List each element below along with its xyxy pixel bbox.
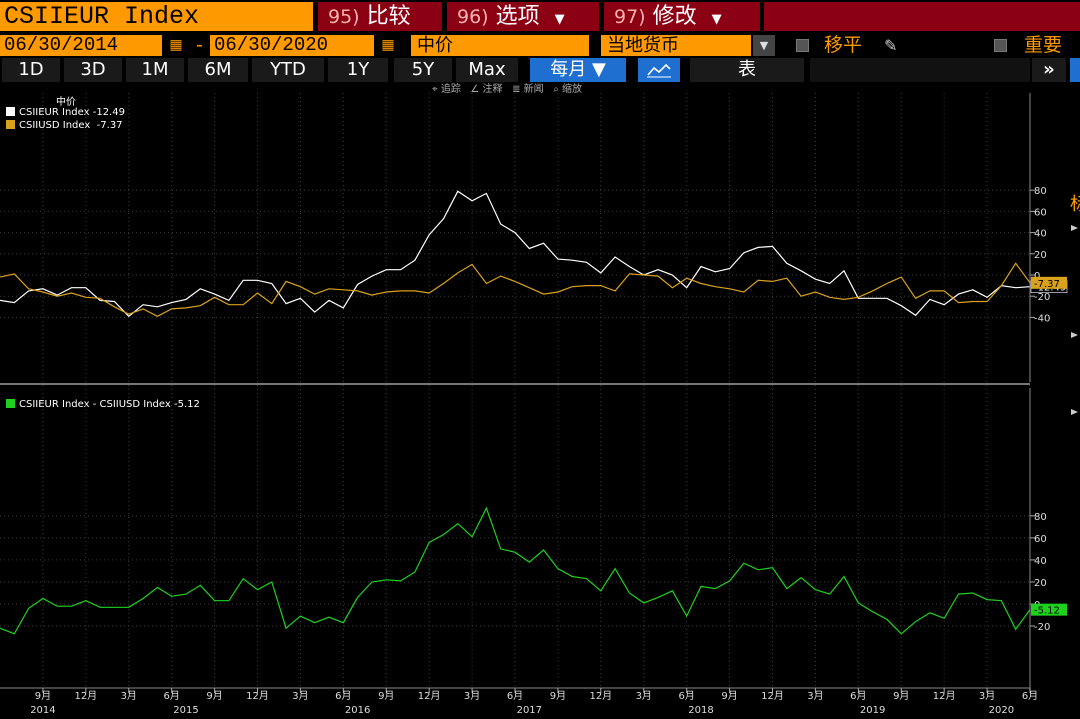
period-button-3d[interactable]: 3D — [64, 58, 122, 82]
x-tick-label: 6月 — [335, 690, 351, 702]
period-button-6m[interactable]: 6M — [188, 58, 248, 82]
x-year-label: 2019 — [860, 705, 885, 716]
x-tick-label: 6月 — [850, 690, 866, 702]
options-num: 96) — [457, 6, 489, 28]
x-tick-label: 12月 — [933, 690, 956, 702]
x-year-label: 2020 — [989, 705, 1014, 716]
edge-marker-icon — [1071, 225, 1078, 231]
x-tick-label: 9月 — [893, 690, 909, 702]
line-chart-icon[interactable] — [638, 58, 680, 82]
y-tick-label: 80 — [1034, 512, 1047, 523]
x-tick-label: 3月 — [636, 690, 652, 702]
more-button[interactable]: » — [1032, 58, 1066, 82]
calendar-icon[interactable]: ▦ — [380, 37, 396, 53]
period-button-5y[interactable]: 5Y — [394, 58, 452, 82]
pencil-icon[interactable]: ✎ — [884, 36, 897, 55]
chevron-down-icon: ▼ — [591, 59, 606, 80]
x-tick-label: 6月 — [678, 690, 694, 702]
compare-button[interactable]: 95) 比较 — [318, 2, 442, 31]
chart-area: 806040200-20-40-12.49-7.37806040200-20-5… — [0, 93, 1078, 716]
modify-num: 97) — [614, 6, 646, 28]
important-label: 重要 — [1024, 34, 1063, 56]
y-tick-label: -40 — [1034, 313, 1050, 324]
top-bar-fill — [764, 2, 1080, 31]
y-tick-label: 80 — [1034, 186, 1047, 197]
x-tick-label: 6月 — [507, 690, 523, 702]
frequency-label: 每月 — [550, 59, 587, 80]
y-tick-label: 40 — [1034, 229, 1047, 240]
toolbar-fill — [810, 58, 1030, 82]
x-tick-label: 3月 — [292, 690, 308, 702]
chevron-down-icon[interactable]: ▼ — [753, 35, 775, 56]
period-button-1d[interactable]: 1D — [2, 58, 60, 82]
x-tick-label: 12月 — [761, 690, 784, 702]
x-year-label: 2017 — [517, 705, 542, 716]
y-tick-label: 60 — [1034, 207, 1047, 218]
options-label: 选项 — [495, 4, 540, 29]
x-tick-label: 3月 — [121, 690, 137, 702]
shift-label: 移平 — [824, 34, 863, 56]
side-panel-tab[interactable] — [1070, 58, 1080, 82]
x-year-label: 2018 — [688, 705, 713, 716]
x-tick-label: 9月 — [550, 690, 566, 702]
x-tick-label: 12月 — [589, 690, 612, 702]
period-button-ytd[interactable]: YTD — [252, 58, 324, 82]
y-tick-label: 20 — [1034, 578, 1047, 589]
x-tick-label: 12月 — [246, 690, 269, 702]
series-line-1-0 — [0, 506, 1031, 635]
important-checkbox[interactable] — [994, 39, 1007, 52]
x-tick-label: 3月 — [464, 690, 480, 702]
period-button-1m[interactable]: 1M — [126, 58, 184, 82]
y-tick-label: 20 — [1034, 250, 1047, 261]
x-tick-label: 9月 — [721, 690, 737, 702]
edge-marker-icon — [1071, 332, 1078, 338]
shift-checkbox[interactable] — [796, 39, 809, 52]
end-date-field[interactable]: 06/30/2020 — [210, 35, 374, 56]
x-tick-label: 12月 — [418, 690, 441, 702]
period-button-1y[interactable]: 1Y — [328, 58, 388, 82]
last-value-label: -5.12 — [1034, 606, 1060, 617]
ticker-field[interactable]: CSIIEUR Index — [0, 2, 313, 31]
compare-num: 95) — [328, 6, 360, 28]
date-dash: - — [196, 34, 203, 56]
x-tick-label: 9月 — [35, 690, 51, 702]
last-value-label: -7.37 — [1034, 279, 1060, 290]
start-date-field[interactable]: 06/30/2014 — [0, 35, 162, 56]
edge-marker-icon — [1071, 409, 1078, 415]
top-bar: CSIIEUR Index 95) 比较 96) 选项 ▼ 97) 修改 ▼ — [0, 0, 1080, 33]
x-year-label: 2016 — [345, 705, 370, 716]
modify-label: 修改 — [652, 4, 697, 29]
x-tick-label: 6月 — [1022, 690, 1038, 702]
y-tick-label: 60 — [1034, 534, 1047, 545]
y-tick-label: -20 — [1034, 292, 1050, 303]
y-tick-label: 40 — [1034, 556, 1047, 567]
x-year-label: 2014 — [30, 705, 55, 716]
compare-label: 比较 — [366, 4, 411, 29]
frequency-select[interactable]: 每月 ▼ — [530, 58, 626, 82]
calendar-icon[interactable]: ▦ — [168, 37, 184, 53]
x-tick-label: 9月 — [378, 690, 394, 702]
x-tick-label: 9月 — [206, 690, 222, 702]
price-field-select[interactable]: 中价 — [411, 35, 589, 56]
options-button[interactable]: 96) 选项 ▼ — [447, 2, 599, 31]
chevron-down-icon: ▼ — [554, 12, 565, 27]
x-tick-label: 6月 — [163, 690, 179, 702]
modify-button[interactable]: 97) 修改 ▼ — [604, 2, 760, 31]
period-button-max[interactable]: Max — [456, 58, 518, 82]
x-tick-label: 3月 — [979, 690, 995, 702]
table-button[interactable]: 表 — [690, 58, 804, 82]
y-tick-label: -20 — [1034, 622, 1050, 633]
currency-select[interactable]: 当地货币 — [601, 35, 751, 56]
x-tick-label: 3月 — [807, 690, 823, 702]
x-tick-label: 12月 — [74, 690, 97, 702]
chevron-down-icon: ▼ — [711, 12, 722, 27]
x-year-label: 2015 — [173, 705, 198, 716]
